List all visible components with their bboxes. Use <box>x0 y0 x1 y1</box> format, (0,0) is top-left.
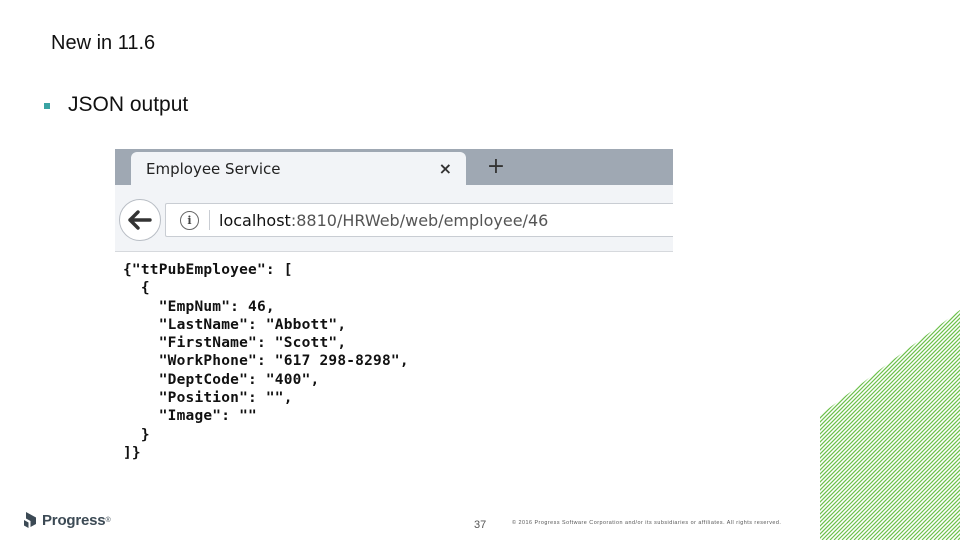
logo-registered-mark: ® <box>105 516 111 524</box>
bullet-square-icon <box>44 103 50 109</box>
tab-employee-service[interactable]: Employee Service × <box>131 152 466 185</box>
tab-title: Employee Service <box>146 159 281 178</box>
json-line: "Image": "" <box>123 408 257 425</box>
close-icon[interactable]: × <box>439 159 452 178</box>
tab-bar: Employee Service × + <box>115 149 673 185</box>
progress-logo: Progress ® <box>23 511 111 529</box>
info-icon[interactable]: i <box>180 210 199 230</box>
page-number: 37 <box>474 519 487 531</box>
json-line: "WorkPhone": "617 298-8298", <box>123 353 409 370</box>
json-line: } <box>123 426 150 443</box>
copyright-text: © 2016 Progress Software Corporation and… <box>512 520 782 526</box>
json-line: {"ttPubEmployee": [ <box>123 262 293 278</box>
slide-title: New in 11.6 <box>51 32 156 54</box>
url-host: localhost <box>219 210 291 230</box>
url-text[interactable]: localhost:8810/HRWeb/web/employee/46 <box>219 211 548 230</box>
logo-text: Progress <box>42 511 106 529</box>
url-separator <box>209 210 210 230</box>
json-line: "DeptCode": "400", <box>123 371 320 388</box>
back-button[interactable] <box>119 199 161 241</box>
json-line: "EmpNum": 46, <box>123 298 275 315</box>
new-tab-icon[interactable]: + <box>483 153 509 179</box>
back-arrow-icon <box>128 210 152 230</box>
bullet-item: JSON output <box>44 93 188 117</box>
browser-screenshot: Employee Service × + i localhost:8810/HR… <box>115 149 673 465</box>
progress-logo-icon <box>24 512 36 528</box>
json-line: { <box>123 280 150 297</box>
json-line: "FirstName": "Scott", <box>123 335 347 352</box>
url-path: :8810/HRWeb/web/employee/46 <box>290 210 549 230</box>
json-line: "LastName": "Abbott", <box>123 316 347 333</box>
address-bar[interactable]: i localhost:8810/HRWeb/web/employee/46 <box>165 203 673 237</box>
json-line: "Position": "", <box>123 390 293 407</box>
json-output: {"ttPubEmployee": [ { "EmpNum": 46, "Las… <box>123 261 409 462</box>
bullet-text: JSON output <box>68 93 189 116</box>
json-line: ]} <box>123 444 141 461</box>
green-hatch-decoration <box>820 310 960 540</box>
